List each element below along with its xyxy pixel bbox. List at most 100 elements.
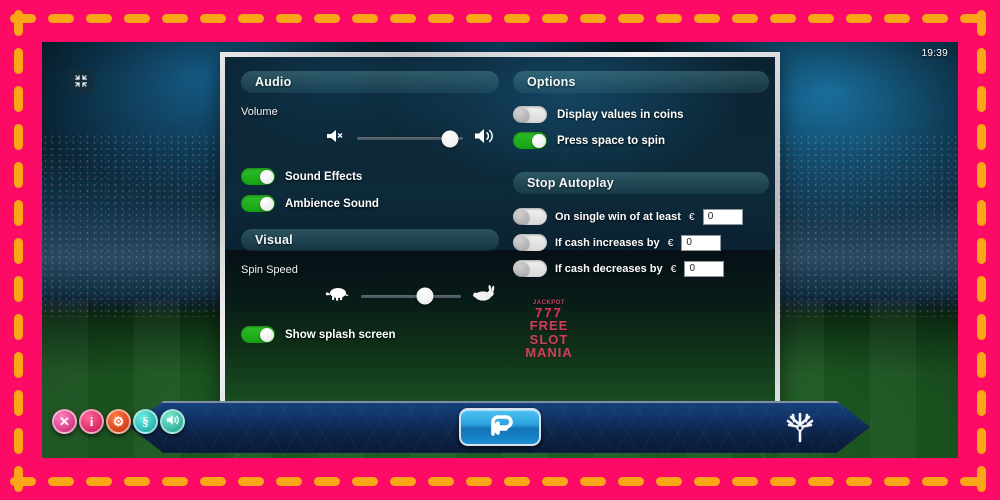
frame-dash [618,477,644,486]
frame-dash [466,14,492,23]
toggle-knob [259,327,274,342]
settings-right-column: Options Display values in coins Press sp… [513,71,769,286]
snowflake-button[interactable] [782,409,818,445]
frame-dash [466,477,492,486]
spin-speed-slider-row[interactable] [241,284,499,307]
toggle-row-show-splash-screen[interactable]: Show splash screen [241,326,499,343]
watermark-sevens: 777 [535,305,563,320]
toggle-on-single-win[interactable] [513,208,547,225]
settings-panel: Audio Volume Sound Effects Ambience Soun… [220,52,780,407]
bottom-control-bar [130,401,870,453]
toggle-row-display-values-in-coins[interactable]: Display values in coins [513,106,769,123]
frame-dash [314,477,340,486]
frame-dash [977,86,986,112]
toggle-row-ambience-sound[interactable]: Ambience Sound [241,195,499,212]
volume-slider-track[interactable] [357,130,463,147]
label-if-cash-decreases: If cash decreases by [555,262,663,275]
rabbit-icon [471,284,497,307]
watermark-line3: MANIA [525,345,573,361]
frame-dash [14,466,23,492]
clock: 19:39 [921,48,948,59]
frame-dash [238,477,264,486]
toggle-display-values-in-coins[interactable] [513,106,547,123]
toggle-row-sound-effects[interactable]: Sound Effects [241,168,499,185]
label-ambience-sound: Ambience Sound [285,197,379,210]
frame-dash [504,14,530,23]
frame-dash [977,200,986,226]
frame-dash [14,314,23,340]
turtle-icon [325,285,351,307]
exit-fullscreen-button[interactable] [68,68,94,94]
speaker-mute-icon [325,128,347,149]
toggle-if-cash-increases[interactable] [513,234,547,251]
volume-slider-knob[interactable] [441,130,459,147]
toggle-sound-effects[interactable] [241,168,275,185]
label-display-values-in-coins: Display values in coins [557,108,684,121]
toggle-knob [514,209,529,224]
input-on-single-win[interactable]: 0 [702,208,743,225]
frame-dashes-left [14,10,23,500]
frame-dash [977,48,986,74]
volume-slider-row[interactable] [241,127,499,150]
close-button[interactable]: ✕ [52,409,77,434]
info-button[interactable]: i [79,409,104,434]
game-screen: 19:39 Audio Volume Sound Effects Ambienc… [42,42,958,458]
watermark-free-slot-mania: JACKPOT 777 FREE SLOT MANIA [517,300,581,360]
spin-speed-slider-track[interactable] [361,287,461,305]
sound-button[interactable] [160,409,185,434]
frame-dash [977,10,986,36]
frame-dash [977,314,986,340]
frame-dashes-top [10,14,998,23]
toggle-press-space-to-spin[interactable] [513,132,547,149]
settings-button[interactable]: ⚙ [106,409,131,434]
frame-dash [390,477,416,486]
autoplay-row-cash-increases[interactable]: If cash increases by € 0 [513,234,769,251]
toggle-if-cash-decreases[interactable] [513,260,547,277]
page-root: 19:39 Audio Volume Sound Effects Ambienc… [0,0,1000,500]
frame-dash [14,352,23,378]
currency-symbol: € [667,236,674,249]
input-if-cash-increases[interactable]: 0 [681,234,722,251]
toggle-row-press-space-to-spin[interactable]: Press space to spin [513,132,769,149]
frame-dash [14,428,23,454]
back-button[interactable] [459,408,541,446]
frame-dash [656,477,682,486]
frame-dash [428,14,454,23]
frame-dash [86,477,112,486]
autoplay-row-cash-decreases[interactable]: If cash decreases by € 0 [513,260,769,277]
toggle-knob [259,169,274,184]
side-button-group: ✕ i ⚙ § [52,409,185,434]
frame-dash [922,14,948,23]
frame-dash [124,14,150,23]
snowflake-icon [786,412,814,443]
frame-dash [884,477,910,486]
frame-dash [86,14,112,23]
toggle-show-splash-screen[interactable] [241,326,275,343]
frame-dash [314,14,340,23]
exit-fullscreen-icon [75,75,87,87]
spin-speed-slider-knob[interactable] [416,287,434,305]
toggle-ambience-sound[interactable] [241,195,275,212]
stop-autoplay-rows: On single win of at least € 0 If cash in… [513,208,769,277]
spin-speed-label: Spin Speed [241,264,298,276]
frame-dash [732,477,758,486]
frame-dash [977,162,986,188]
label-show-splash-screen: Show splash screen [285,328,396,341]
autoplay-row-single-win[interactable]: On single win of at least € 0 [513,208,769,225]
input-value: 0 [707,211,714,222]
label-press-space-to-spin: Press space to spin [557,134,666,147]
speaker-icon [166,414,180,430]
input-if-cash-decreases[interactable]: 0 [684,260,725,277]
section-title-visual: Visual [255,233,293,247]
frame-dash [124,477,150,486]
input-value: 0 [689,263,696,274]
frame-dash [542,14,568,23]
rules-button[interactable]: § [133,409,158,434]
frame-dash [977,124,986,150]
toggle-knob [514,107,529,122]
paragraph-icon: § [142,413,149,429]
frame-dash [276,14,302,23]
frame-dash [580,14,606,23]
frame-dash [14,86,23,112]
input-value: 0 [686,237,692,248]
